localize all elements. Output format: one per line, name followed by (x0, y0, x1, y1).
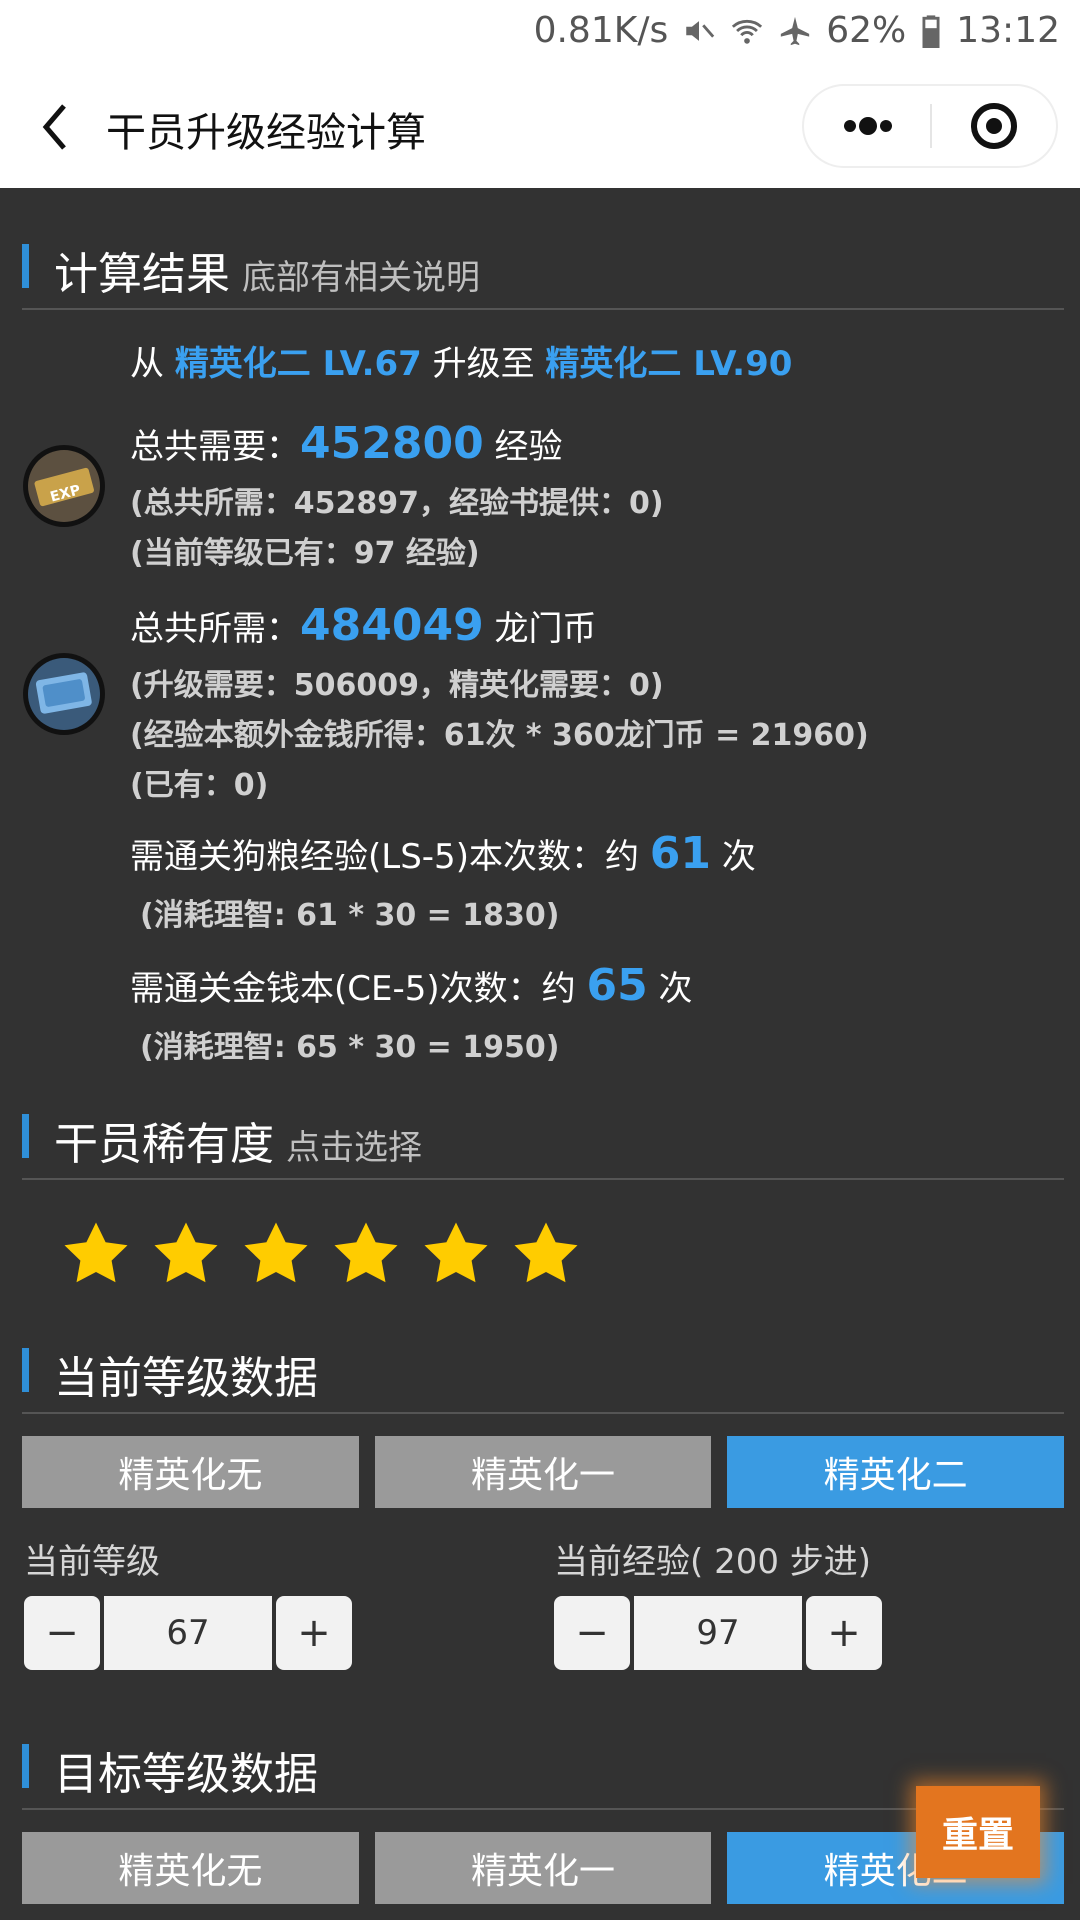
current-level-input[interactable]: 67 (104, 1596, 272, 1670)
from-level: 精英化二 LV.67 (174, 344, 422, 384)
ce-runs-line: 需通关金钱本(CE-5)次数：约 65 次 (130, 960, 693, 1011)
level-increment-button[interactable]: + (276, 1596, 352, 1670)
section-accent-bar (22, 1744, 29, 1788)
current-level-stepper: − 67 + (24, 1596, 352, 1670)
mini-program-capsule (802, 84, 1058, 168)
total-exp-label: 总共需要： (130, 427, 300, 467)
coin-note-1: (升级需要：506009，精英化需要：0) (130, 668, 664, 703)
ce-runs-value: 65 (586, 960, 648, 1011)
exp-increment-button[interactable]: + (806, 1596, 882, 1670)
ce-runs-unit: 次 (658, 969, 693, 1009)
current-elite-1-button[interactable]: 精英化一 (374, 1436, 712, 1508)
star-icon[interactable] (510, 1218, 582, 1290)
lmd-coin-icon (23, 653, 105, 735)
close-target-icon[interactable] (932, 86, 1056, 166)
total-exp-unit: 经验 (494, 427, 563, 467)
clock: 13:12 (956, 10, 1060, 51)
coin-note-2: (经验本额外金钱所得：61次 * 360龙门币 = 21960) (130, 718, 869, 753)
exp-card-icon: EXP (23, 445, 105, 527)
to-level: 精英化二 LV.90 (545, 344, 793, 384)
total-exp-line: 总共需要：452800 经验 (130, 418, 563, 469)
current-exp-label: 当前经验( 200 步进) (554, 1542, 872, 1582)
target-elite-0-button[interactable]: 精英化无 (22, 1832, 359, 1904)
result-header: 计算结果 底部有相关说明 (22, 224, 1064, 310)
star-icon[interactable] (240, 1218, 312, 1290)
target-elite-1-button[interactable]: 精英化一 (374, 1832, 712, 1904)
star-icon[interactable] (60, 1218, 132, 1290)
network-speed: 0.81K/s (533, 10, 669, 51)
target-elite-selector: 精英化无 精英化一 精英化二 (22, 1832, 1065, 1904)
current-exp-stepper: − 97 + (554, 1596, 882, 1670)
exp-note-1: (总共所需：452897，经验书提供：0) (130, 486, 664, 521)
exp-decrement-button[interactable]: − (554, 1596, 630, 1670)
current-header: 当前等级数据 (22, 1328, 1064, 1414)
total-coin-value: 484049 (300, 600, 484, 651)
level-range: 从 精英化二 LV.67 升级至 精英化二 LV.90 (130, 336, 792, 385)
current-elite-selector: 精英化无 精英化一 精英化二 (22, 1436, 1065, 1508)
star-icon[interactable] (150, 1218, 222, 1290)
total-exp-value: 452800 (300, 418, 484, 469)
current-heading: 当前等级数据 (54, 1353, 318, 1404)
page-title: 干员升级经验计算 (106, 110, 426, 156)
battery-level: 62% (826, 10, 907, 51)
rarity-stars (60, 1218, 582, 1290)
ls-runs-label: 需通关狗粮经验(LS-5)本次数：约 (130, 837, 639, 877)
total-coin-label: 总共所需： (130, 609, 300, 649)
reset-button[interactable]: 重置 (916, 1786, 1040, 1878)
target-heading: 目标等级数据 (54, 1749, 318, 1800)
total-coin-unit: 龙门币 (494, 609, 597, 649)
current-elite-2-button[interactable]: 精英化二 (727, 1436, 1065, 1508)
to-prefix: 升级至 (432, 344, 535, 384)
ce-sanity-note: (消耗理智: 65 * 30 = 1950) (140, 1030, 560, 1065)
ce-runs-label: 需通关金钱本(CE-5)次数：约 (130, 969, 576, 1009)
rarity-header: 干员稀有度 点击选择 (22, 1094, 1064, 1180)
rarity-heading: 干员稀有度 (54, 1119, 274, 1170)
ls-runs-unit: 次 (721, 837, 756, 877)
star-icon[interactable] (330, 1218, 402, 1290)
exp-note-2: (当前等级已有：97 经验) (130, 536, 480, 571)
current-exp-input[interactable]: 97 (634, 1596, 802, 1670)
level-decrement-button[interactable]: − (24, 1596, 100, 1670)
current-elite-0-button[interactable]: 精英化无 (22, 1436, 359, 1508)
coin-note-3: (已有：0) (130, 768, 269, 803)
back-icon[interactable] (36, 100, 76, 154)
mute-icon (686, 20, 715, 41)
result-subheading: 底部有相关说明 (242, 258, 480, 298)
section-accent-bar (22, 1348, 29, 1392)
section-accent-bar (22, 244, 29, 288)
airplane-icon (781, 16, 810, 45)
wifi-icon (732, 19, 763, 44)
ls-runs-value: 61 (649, 828, 712, 879)
ls-sanity-note: (消耗理智: 61 * 30 = 1830) (140, 898, 560, 933)
rarity-subheading: 点击选择 (286, 1128, 422, 1168)
ls-runs-line: 需通关狗粮经验(LS-5)本次数：约 61 次 (130, 828, 756, 879)
more-icon[interactable] (804, 86, 930, 166)
target-header: 目标等级数据 (22, 1724, 1064, 1810)
current-level-label: 当前等级 (24, 1542, 160, 1582)
battery-icon (922, 14, 940, 48)
star-icon[interactable] (420, 1218, 492, 1290)
section-accent-bar (22, 1114, 29, 1158)
result-heading: 计算结果 (54, 249, 230, 300)
nav-bar: 干员升级经验计算 (0, 66, 1080, 188)
total-coin-line: 总共所需：484049 龙门币 (130, 600, 597, 651)
from-prefix: 从 (130, 344, 164, 384)
status-bar: 0.81K/s 62% 13:12 (0, 0, 1080, 66)
